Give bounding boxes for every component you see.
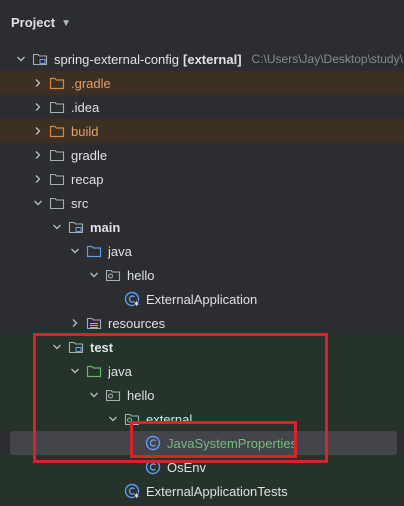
module-folder-icon — [68, 219, 84, 235]
tree-node-main[interactable]: main — [0, 215, 404, 239]
excluded-folder-icon — [49, 75, 65, 91]
class-icon — [145, 459, 161, 475]
tree-node-resources[interactable]: resources — [0, 311, 404, 335]
project-tool-window-header: Project ▼ — [0, 0, 404, 44]
chevron-down-icon[interactable] — [87, 268, 101, 282]
chevron-right-icon[interactable] — [31, 76, 45, 90]
tree-node-root-module[interactable]: spring-external-config [external] C:\Use… — [0, 47, 404, 71]
tree-node-idea[interactable]: .idea — [0, 95, 404, 119]
module-folder-icon — [32, 51, 48, 67]
chevron-down-icon[interactable] — [87, 388, 101, 402]
tree-node-java-system-properties[interactable]: JavaSystemProperties — [10, 431, 397, 455]
module-path: C:\Users\Jay\Desktop\study\ — [251, 52, 403, 66]
chevron-down-icon[interactable] — [68, 364, 82, 378]
chevron-right-icon[interactable] — [68, 316, 82, 330]
module-tag: [external] — [183, 51, 242, 67]
tree-node-label: .idea — [71, 99, 100, 115]
tree-node-label: java — [108, 363, 132, 379]
chevron-down-icon[interactable] — [50, 340, 64, 354]
tree-node-label: src — [71, 195, 89, 211]
root-module-label: spring-external-config — [54, 51, 180, 67]
package-icon — [124, 411, 140, 427]
folder-icon — [49, 171, 65, 187]
project-view-title[interactable]: Project — [11, 15, 55, 30]
tree-node-label: recap — [71, 171, 104, 187]
tree-node-label: main — [90, 219, 121, 235]
tree-node-main-java[interactable]: java — [0, 239, 404, 263]
tree-node-gradle[interactable]: gradle — [0, 143, 404, 167]
tree-node-label: java — [108, 243, 132, 259]
tree-node-build[interactable]: build — [0, 119, 404, 143]
tree-node-label: test — [90, 339, 114, 355]
tree-node-external[interactable]: external — [0, 407, 404, 431]
tree-node-label: external — [146, 411, 193, 427]
tree-node-os-env[interactable]: OsEnv — [0, 455, 404, 479]
tree-node-dot-gradle[interactable]: .gradle — [0, 71, 404, 95]
tree-node-label: JavaSystemProperties — [167, 435, 298, 451]
tree-node-src[interactable]: src — [0, 191, 404, 215]
tree-node-label: OsEnv — [167, 459, 207, 475]
folder-icon — [49, 195, 65, 211]
chevron-right-icon[interactable] — [31, 124, 45, 138]
tree-node-main-hello[interactable]: hello — [0, 263, 404, 287]
tree-node-test-java[interactable]: java — [0, 359, 404, 383]
tree-node-label: resources — [108, 315, 166, 331]
tree-node-label: hello — [127, 267, 155, 283]
chevron-down-icon[interactable] — [68, 244, 82, 258]
test-root-folder-icon — [86, 363, 102, 379]
chevron-down-icon[interactable]: ▼ — [61, 18, 71, 29]
chevron-down-icon[interactable] — [14, 52, 28, 66]
package-icon — [105, 387, 121, 403]
folder-icon — [49, 147, 65, 163]
resources-folder-icon — [86, 315, 102, 331]
tree-node-label: hello — [127, 387, 155, 403]
spring-boot-test-class-icon — [124, 483, 140, 499]
tree-node-label: gradle — [71, 147, 108, 163]
tree-node-recap[interactable]: recap — [0, 167, 404, 191]
tree-node-label: build — [71, 123, 99, 139]
tree-node-label: ExternalApplicationTests — [146, 483, 288, 499]
tree-node-test[interactable]: test — [0, 335, 404, 359]
class-icon — [145, 435, 161, 451]
project-tree: spring-external-config [external] C:\Use… — [0, 47, 404, 503]
package-icon — [105, 267, 121, 283]
excluded-folder-icon — [49, 123, 65, 139]
tree-node-external-application[interactable]: ExternalApplication — [0, 287, 404, 311]
chevron-down-icon[interactable] — [31, 196, 45, 210]
tree-node-test-hello[interactable]: hello — [0, 383, 404, 407]
module-folder-icon — [68, 339, 84, 355]
folder-icon — [49, 99, 65, 115]
spring-boot-class-icon — [124, 291, 140, 307]
tree-node-label: .gradle — [71, 75, 111, 91]
chevron-right-icon[interactable] — [31, 100, 45, 114]
tree-node-label: ExternalApplication — [146, 291, 258, 307]
source-root-folder-icon — [86, 243, 102, 259]
chevron-right-icon[interactable] — [31, 172, 45, 186]
tree-node-external-application-tests[interactable]: ExternalApplicationTests — [0, 479, 404, 503]
chevron-down-icon[interactable] — [50, 220, 64, 234]
chevron-right-icon[interactable] — [31, 148, 45, 162]
chevron-down-icon[interactable] — [106, 412, 120, 426]
